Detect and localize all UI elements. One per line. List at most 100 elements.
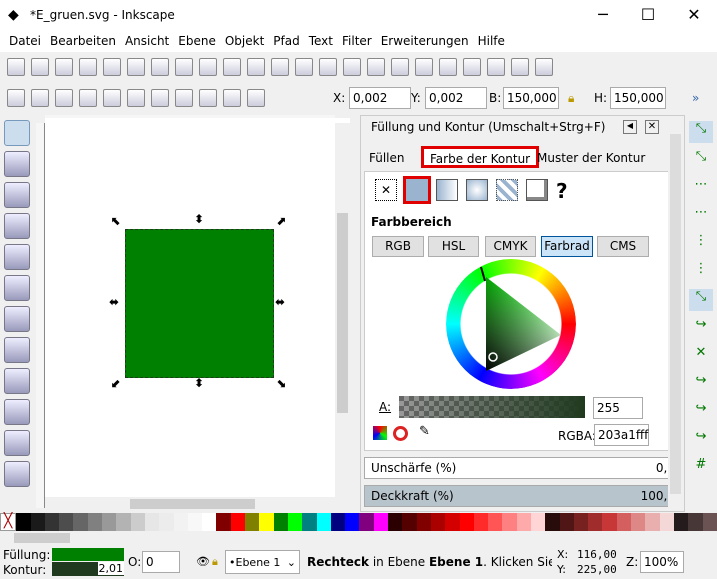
- select-all-icon[interactable]: [7, 89, 25, 107]
- color-swatch[interactable]: [445, 513, 460, 531]
- import-icon[interactable]: [103, 58, 121, 76]
- snap-bbox-icon[interactable]: ⤡: [689, 149, 713, 171]
- scale-handle-icon[interactable]: ⬈: [276, 214, 286, 228]
- alpha-slider[interactable]: [399, 396, 585, 418]
- mode-wheel-button[interactable]: Farbrad: [541, 236, 593, 257]
- spiral-tool-icon[interactable]: [4, 399, 30, 425]
- layer-dropdown[interactable]: •Ebene 1 ⌄: [225, 550, 300, 574]
- undo-icon[interactable]: [151, 58, 169, 76]
- color-swatch[interactable]: [416, 513, 431, 531]
- color-swatch[interactable]: [230, 513, 246, 531]
- zoom-drawing-icon[interactable]: [295, 58, 313, 76]
- snap-bbox-edge-icon[interactable]: ⋯: [689, 177, 713, 199]
- rotate-cw-icon[interactable]: [103, 89, 121, 107]
- dialog-close-button[interactable]: ✕: [645, 120, 659, 134]
- color-swatch[interactable]: [430, 513, 446, 531]
- dialog-scrollbar[interactable]: [668, 116, 683, 511]
- copy-icon[interactable]: [199, 58, 217, 76]
- lower-bottom-icon[interactable]: [175, 89, 193, 107]
- unset-paint-button[interactable]: ?: [556, 179, 578, 203]
- zoom-tool-icon[interactable]: [4, 213, 30, 239]
- color-swatch[interactable]: [30, 513, 45, 531]
- height-field[interactable]: 150,000: [610, 87, 666, 109]
- horizontal-scrollbar[interactable]: [45, 497, 335, 511]
- width-field[interactable]: 150,000: [503, 87, 559, 109]
- color-swatch[interactable]: [130, 513, 145, 531]
- tab-stroke-style[interactable]: Muster der Kontur: [531, 148, 651, 170]
- more-button[interactable]: »: [692, 91, 699, 105]
- color-swatch[interactable]: [388, 513, 403, 531]
- snap-cusp-icon[interactable]: ↪: [689, 373, 713, 395]
- color-swatch[interactable]: [402, 513, 417, 531]
- rotate-ccw-icon[interactable]: [79, 89, 97, 107]
- color-swatch[interactable]: [59, 513, 74, 531]
- lock-icon[interactable]: 🔒︎: [568, 91, 574, 106]
- mode-hsl-button[interactable]: HSL: [428, 236, 479, 257]
- fill-stroke-icon[interactable]: [463, 58, 481, 76]
- scale-handle-icon[interactable]: ⬊: [276, 376, 286, 390]
- ellipse-tool-icon[interactable]: [4, 337, 30, 363]
- stroke-swatch[interactable]: 2,01: [52, 562, 124, 576]
- color-swatch[interactable]: [616, 513, 632, 531]
- unlink-clone-icon[interactable]: [391, 58, 409, 76]
- green-rectangle[interactable]: [125, 229, 274, 378]
- lock-icon[interactable]: 🔒︎: [212, 555, 218, 569]
- color-swatch[interactable]: [702, 513, 717, 531]
- blur-slider[interactable]: Unschärfe (%) 0,0: [364, 457, 682, 479]
- snap-center-icon[interactable]: ⋮: [689, 261, 713, 283]
- open-icon[interactable]: [31, 58, 49, 76]
- group-icon[interactable]: [415, 58, 433, 76]
- color-swatch[interactable]: [573, 513, 589, 531]
- menu-bearbeiten[interactable]: Bearbeiten: [50, 32, 116, 48]
- scale-handle-icon[interactable]: ⬌: [109, 295, 119, 309]
- color-swatch[interactable]: [316, 513, 331, 531]
- menu-objekt[interactable]: Objekt: [225, 32, 264, 48]
- color-swatch[interactable]: [359, 513, 374, 531]
- color-swatch[interactable]: [245, 513, 260, 531]
- scale-handle-icon[interactable]: ⬍: [194, 212, 204, 226]
- color-swatch[interactable]: [373, 513, 389, 531]
- lower-icon[interactable]: [199, 89, 217, 107]
- dialog-iconify-button[interactable]: ◀: [623, 120, 637, 134]
- new-icon[interactable]: [7, 58, 25, 76]
- node-tool-icon[interactable]: [4, 151, 30, 177]
- star-tool-icon[interactable]: [4, 368, 30, 394]
- ungroup-icon[interactable]: [439, 58, 457, 76]
- selector-tool-icon[interactable]: [4, 120, 30, 146]
- tab-stroke-paint[interactable]: Farbe der Kontur: [421, 146, 540, 168]
- color-swatch[interactable]: [302, 513, 317, 531]
- flip-h-icon[interactable]: [127, 89, 145, 107]
- palette-scrollbar[interactable]: [0, 531, 717, 545]
- color-swatch[interactable]: [631, 513, 646, 531]
- snap-bbox-corner-icon[interactable]: ⋯: [689, 205, 713, 227]
- no-color-swatch[interactable]: ╳: [0, 513, 17, 531]
- color-swatch[interactable]: [44, 513, 60, 531]
- zoom-selection-icon[interactable]: [271, 58, 289, 76]
- mode-cmyk-button[interactable]: CMYK: [485, 236, 536, 257]
- color-swatch[interactable]: [588, 513, 603, 531]
- snap-path-icon[interactable]: ↪: [689, 317, 713, 339]
- color-swatch[interactable]: [673, 513, 689, 531]
- snap-grid-icon[interactable]: #: [689, 457, 713, 479]
- mode-rgb-button[interactable]: RGB: [372, 236, 424, 257]
- color-swatch[interactable]: [330, 513, 346, 531]
- menu-ebene[interactable]: Ebene: [178, 32, 216, 48]
- menu-ansicht[interactable]: Ansicht: [125, 32, 169, 48]
- radial-gradient-button[interactable]: [466, 179, 488, 201]
- color-swatch[interactable]: [173, 513, 188, 531]
- flat-color-button[interactable]: [403, 176, 431, 204]
- color-swatch[interactable]: [459, 513, 474, 531]
- color-swatch[interactable]: [602, 513, 617, 531]
- no-paint-button[interactable]: ✕: [375, 179, 397, 201]
- rgba-field[interactable]: 203a1fff: [594, 424, 649, 446]
- color-swatch[interactable]: [159, 513, 174, 531]
- text-icon[interactable]: [487, 58, 505, 76]
- zoom-field[interactable]: 100%: [640, 551, 684, 573]
- mode-cms-button[interactable]: CMS: [597, 236, 649, 257]
- measure-tool-icon[interactable]: [4, 244, 30, 270]
- menu-hilfe[interactable]: Hilfe: [478, 32, 505, 48]
- swatch-button[interactable]: [526, 179, 548, 201]
- color-swatch[interactable]: [645, 513, 660, 531]
- duplicate-icon[interactable]: [343, 58, 361, 76]
- layers-icon[interactable]: [511, 58, 529, 76]
